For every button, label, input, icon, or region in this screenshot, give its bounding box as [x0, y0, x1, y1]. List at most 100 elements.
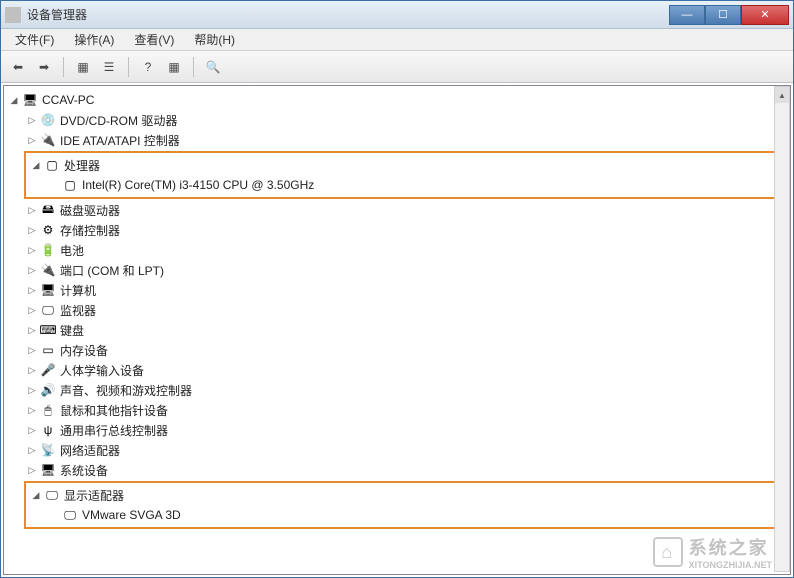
- sound-icon: 🔊: [40, 382, 56, 398]
- menubar: 文件(F) 操作(A) 查看(V) 帮助(H): [1, 29, 793, 51]
- dvd-node[interactable]: ▷ 💿 DVD/CD-ROM 驱动器: [24, 110, 788, 130]
- expand-icon[interactable]: ▷: [26, 384, 38, 396]
- computer-icon: 🖥: [22, 92, 38, 108]
- disk-icon: 🖴: [40, 202, 56, 218]
- root-node[interactable]: ◢ 🖥 CCAV-PC: [6, 90, 788, 110]
- ide-label: IDE ATA/ATAPI 控制器: [60, 132, 180, 149]
- help-icon: ?: [145, 60, 152, 74]
- network-node[interactable]: ▷ 📡 网络适配器: [24, 440, 788, 460]
- scan-button[interactable]: 🔍: [202, 56, 224, 78]
- system-node[interactable]: ▷ 🖥 系统设备: [24, 460, 788, 480]
- separator: [193, 57, 194, 77]
- close-button[interactable]: ✕: [741, 5, 789, 25]
- window-title: 设备管理器: [27, 6, 669, 23]
- expand-icon[interactable]: ▷: [26, 324, 38, 336]
- display-adapter-icon: 🖵: [44, 487, 60, 503]
- keyboard-label: 键盘: [60, 322, 84, 339]
- expand-icon[interactable]: ▷: [26, 404, 38, 416]
- expand-icon[interactable]: ▷: [26, 204, 38, 216]
- disc-icon: 💿: [40, 112, 56, 128]
- display-adapter-icon: 🖵: [62, 507, 78, 523]
- expand-icon[interactable]: ▷: [26, 304, 38, 316]
- battery-label: 电池: [60, 242, 84, 259]
- ports-label: 端口 (COM 和 LPT): [60, 262, 164, 279]
- root-label: CCAV-PC: [42, 93, 94, 107]
- sound-label: 声音、视频和游戏控制器: [60, 382, 192, 399]
- list-icon: ☰: [104, 60, 115, 74]
- display-node[interactable]: ◢ 🖵 显示适配器: [28, 485, 784, 505]
- usb-label: 通用串行总线控制器: [60, 422, 168, 439]
- keyboard-node[interactable]: ▷ ⌨ 键盘: [24, 320, 788, 340]
- disk-label: 磁盘驱动器: [60, 202, 120, 219]
- grid2-icon: ▦: [168, 60, 179, 74]
- collapse-icon[interactable]: ◢: [8, 94, 20, 106]
- menu-file[interactable]: 文件(F): [5, 29, 64, 50]
- keyboard-icon: ⌨: [40, 322, 56, 338]
- expand-icon[interactable]: ▷: [26, 444, 38, 456]
- app-icon: [5, 7, 21, 23]
- battery-icon: 🔋: [40, 242, 56, 258]
- memory-icon: ▭: [40, 342, 56, 358]
- storage-label: 存储控制器: [60, 222, 120, 239]
- expand-icon[interactable]: ▷: [26, 344, 38, 356]
- mouse-node[interactable]: ▷ 🖱 鼠标和其他指针设备: [24, 400, 788, 420]
- hid-label: 人体学输入设备: [60, 362, 144, 379]
- ports-node[interactable]: ▷ 🔌 端口 (COM 和 LPT): [24, 260, 788, 280]
- usb-node[interactable]: ▷ ψ 通用串行总线控制器: [24, 420, 788, 440]
- expand-icon[interactable]: ▷: [26, 364, 38, 376]
- toolbar: ⬅ ➡ ▦ ☰ ? ▦ 🔍: [1, 51, 793, 83]
- back-button[interactable]: ⬅: [7, 56, 29, 78]
- grid-icon: ▦: [77, 60, 88, 74]
- minimize-button[interactable]: —: [669, 5, 705, 25]
- device-manager-window: 设备管理器 — ☐ ✕ 文件(F) 操作(A) 查看(V) 帮助(H) ⬅ ➡ …: [0, 0, 794, 578]
- help-toolbar-button[interactable]: ?: [137, 56, 159, 78]
- expand-icon[interactable]: ▷: [26, 114, 38, 126]
- window-controls: — ☐ ✕: [669, 5, 789, 25]
- ide-node[interactable]: ▷ 🔌 IDE ATA/ATAPI 控制器: [24, 130, 788, 150]
- expand-icon[interactable]: ▷: [26, 224, 38, 236]
- menu-help[interactable]: 帮助(H): [184, 29, 245, 50]
- collapse-icon[interactable]: ◢: [30, 159, 42, 171]
- menu-action[interactable]: 操作(A): [64, 29, 124, 50]
- maximize-button[interactable]: ☐: [705, 5, 741, 25]
- monitor-label: 监视器: [60, 302, 96, 319]
- expand-icon[interactable]: ▷: [26, 264, 38, 276]
- hid-icon: 🎤: [40, 362, 56, 378]
- vertical-scrollbar[interactable]: ▲: [774, 86, 790, 572]
- display-label: 显示适配器: [64, 487, 124, 504]
- expand-icon[interactable]: ▷: [26, 134, 38, 146]
- view-button-1[interactable]: ▦: [72, 56, 94, 78]
- cpu-icon: ▢: [44, 157, 60, 173]
- computer-label: 计算机: [60, 282, 96, 299]
- display-item-node[interactable]: ▷ 🖵 VMware SVGA 3D: [46, 505, 784, 525]
- view-button-2[interactable]: ☰: [98, 56, 120, 78]
- memory-node[interactable]: ▷ ▭ 内存设备: [24, 340, 788, 360]
- processor-node[interactable]: ◢ ▢ 处理器: [28, 155, 784, 175]
- view-button-3[interactable]: ▦: [163, 56, 185, 78]
- computer-node[interactable]: ▷ 🖥 计算机: [24, 280, 788, 300]
- expand-icon[interactable]: ▷: [26, 464, 38, 476]
- expand-icon[interactable]: ▷: [26, 284, 38, 296]
- system-icon: 🖥: [40, 462, 56, 478]
- hid-node[interactable]: ▷ 🎤 人体学输入设备: [24, 360, 788, 380]
- pc-icon: 🖥: [40, 282, 56, 298]
- tree-view[interactable]: ◢ 🖥 CCAV-PC ▷ 💿 DVD/CD-ROM 驱动器 ▷ 🔌 IDE A…: [3, 85, 791, 575]
- monitor-node[interactable]: ▷ 🖵 监视器: [24, 300, 788, 320]
- network-label: 网络适配器: [60, 442, 120, 459]
- storage-node[interactable]: ▷ ⚙ 存储控制器: [24, 220, 788, 240]
- processor-item-node[interactable]: ▷ ▢ Intel(R) Core(TM) i3-4150 CPU @ 3.50…: [46, 175, 784, 195]
- scroll-up-icon[interactable]: ▲: [775, 87, 789, 103]
- arrow-left-icon: ⬅: [13, 60, 23, 74]
- cpu-icon: ▢: [62, 177, 78, 193]
- disk-node[interactable]: ▷ 🖴 磁盘驱动器: [24, 200, 788, 220]
- sound-node[interactable]: ▷ 🔊 声音、视频和游戏控制器: [24, 380, 788, 400]
- forward-button[interactable]: ➡: [33, 56, 55, 78]
- port-icon: 🔌: [40, 262, 56, 278]
- collapse-icon[interactable]: ◢: [30, 489, 42, 501]
- memory-label: 内存设备: [60, 342, 108, 359]
- expand-icon[interactable]: ▷: [26, 424, 38, 436]
- menu-view[interactable]: 查看(V): [124, 29, 184, 50]
- battery-node[interactable]: ▷ 🔋 电池: [24, 240, 788, 260]
- expand-icon[interactable]: ▷: [26, 244, 38, 256]
- storage-icon: ⚙: [40, 222, 56, 238]
